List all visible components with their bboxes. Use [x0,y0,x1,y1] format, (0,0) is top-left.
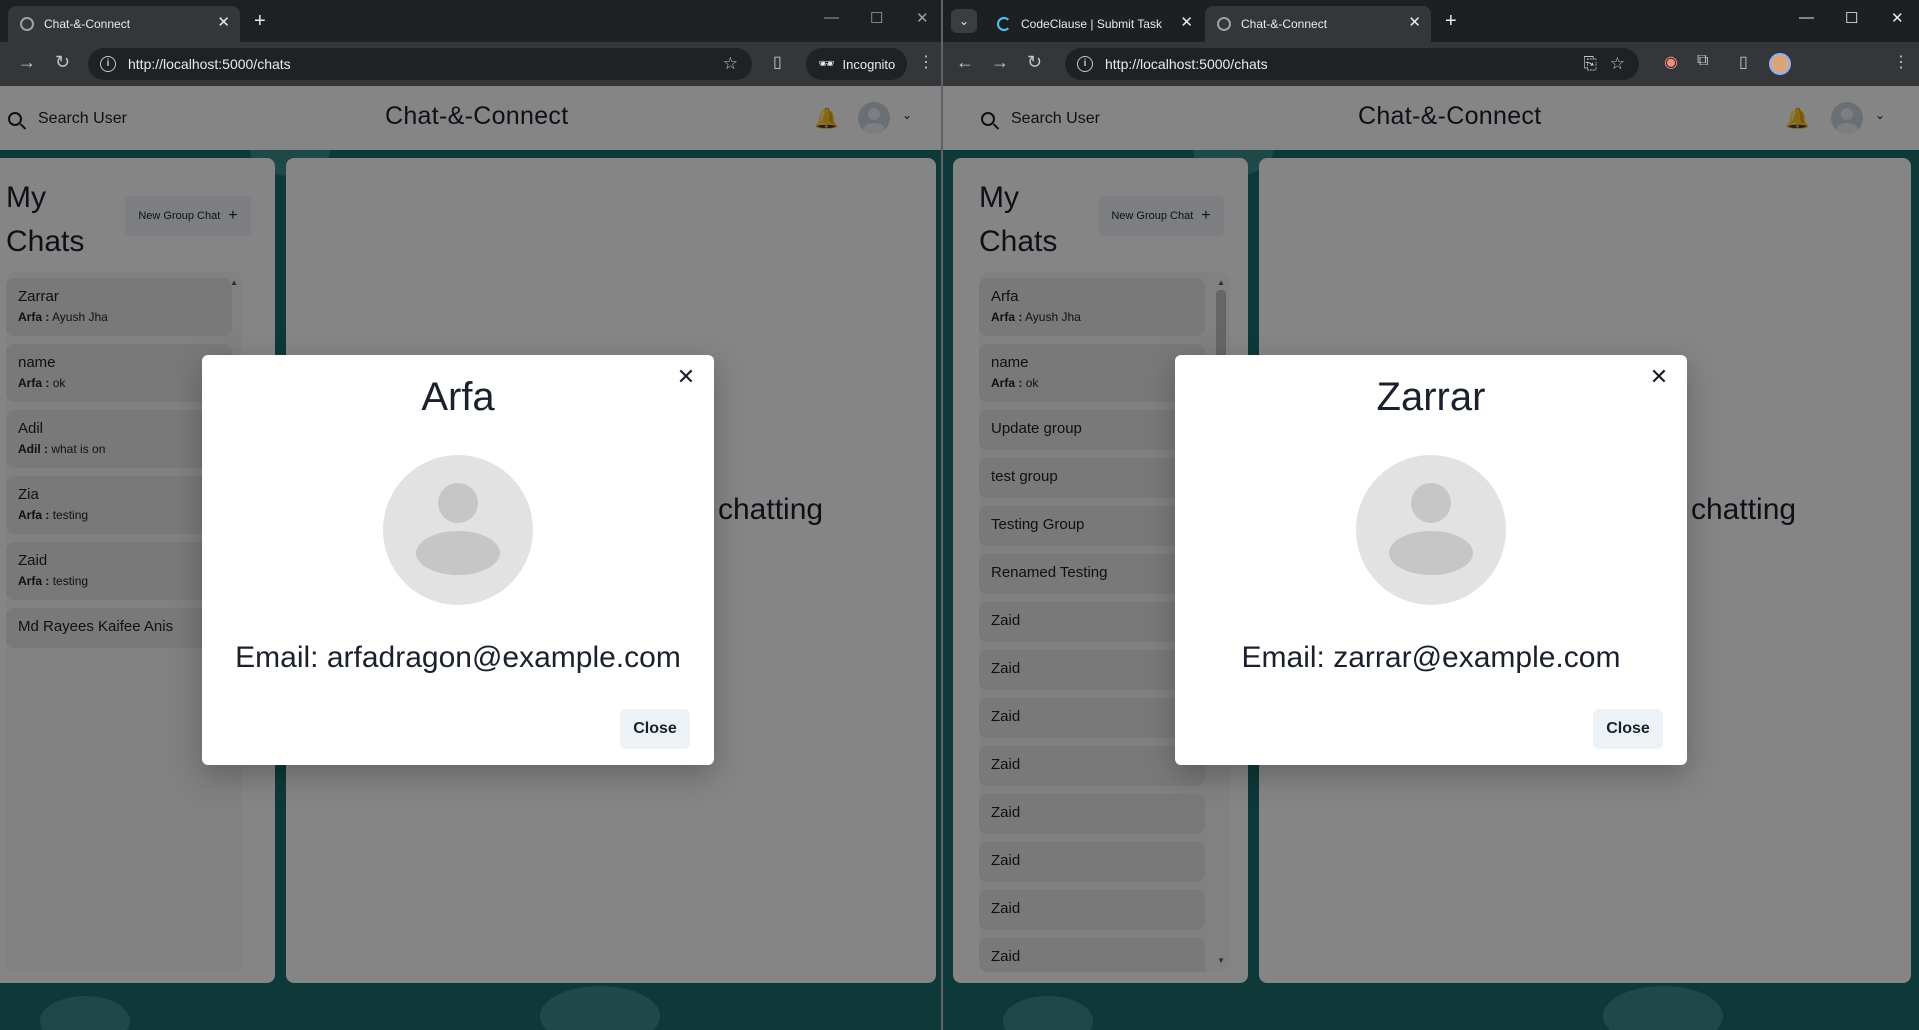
close-tab-icon[interactable]: ✕ [217,15,230,31]
close-window-icon[interactable]: ✕ [1891,9,1904,27]
avatar-body [1389,531,1473,575]
globe-icon [20,17,34,31]
tab-title: Chat-&-Connect [1241,17,1328,31]
close-window-icon[interactable]: ✕ [916,9,929,27]
tab-strip: ⌄ CodeClause | Submit Task ✕ Chat-&-Conn… [943,0,1919,42]
globe-icon [1217,17,1231,31]
tab-title: Chat-&-Connect [44,17,131,31]
tab-search-icon[interactable]: ⌄ [951,9,977,33]
new-tab-button[interactable]: + [254,11,266,31]
modal-title: Arfa [421,375,495,419]
reload-icon[interactable]: ↻ [55,52,70,72]
avatar-body [416,531,500,575]
minimize-icon[interactable]: — [824,9,839,26]
forward-icon[interactable]: → [18,52,36,72]
user-avatar-icon [383,455,533,605]
address-bar[interactable]: i http://localhost:5000/chats ☆ ⎘ [1065,48,1639,80]
back-icon[interactable]: ← [956,52,974,72]
profile-modal: ✕ Zarrar Email: zarrar@example.com Close [1175,355,1687,765]
tab-chat-connect[interactable]: Chat-&-Connect ✕ [8,6,240,42]
tab-codeclause[interactable]: CodeClause | Submit Task ✕ [985,6,1203,42]
chrome-profile-avatar[interactable] [1769,53,1791,75]
maximize-icon[interactable]: ☐ [870,9,883,27]
menu-icon[interactable]: ⋮ [1893,52,1909,72]
tab-chat-connect[interactable]: Chat-&-Connect ✕ [1205,6,1431,42]
incognito-icon: 🕶 [818,56,835,71]
modal-email: Email: arfadragon@example.com [235,641,681,674]
bookmark-star-icon[interactable]: ☆ [1610,54,1625,74]
browser-window-left: Chat-&-Connect ✕ + — ☐ ✕ → ↻ i http://lo… [0,0,941,1030]
close-button[interactable]: Close [620,709,690,749]
reload-icon[interactable]: ↻ [1027,52,1042,72]
install-app-icon[interactable]: ⎘ [1583,54,1597,74]
info-icon[interactable]: i [100,56,116,72]
bookmark-star-icon[interactable]: ☆ [723,54,738,74]
codeclause-icon [997,17,1011,31]
avatar-head [1411,483,1451,523]
side-panel-icon[interactable]: ▯ [1739,52,1748,72]
minimize-icon[interactable]: — [1799,9,1814,26]
modal-title: Zarrar [1376,375,1486,419]
url-text: http://localhost:5000/chats [128,56,291,72]
extension-shield-icon[interactable]: ◉ [1664,52,1678,72]
browser-window-right: ⌄ CodeClause | Submit Task ✕ Chat-&-Conn… [943,0,1919,1030]
maximize-icon[interactable]: ☐ [1845,9,1858,27]
incognito-label: Incognito [842,56,896,72]
new-tab-button[interactable]: + [1445,11,1457,31]
extensions-icon[interactable]: ⧉ [1697,52,1708,70]
menu-icon[interactable]: ⋮ [918,52,934,72]
avatar-head [438,483,478,523]
incognito-badge[interactable]: 🕶 Incognito [806,48,908,80]
user-avatar-icon [1356,455,1506,605]
address-bar[interactable]: i http://localhost:5000/chats ☆ [88,48,752,80]
forward-icon[interactable]: → [991,52,1009,72]
profile-modal: ✕ Arfa Email: arfadragon@example.com Clo… [202,355,714,765]
modal-email: Email: zarrar@example.com [1241,641,1621,674]
close-button[interactable]: Close [1593,709,1663,749]
side-panel-icon[interactable]: ▯ [773,52,782,72]
close-tab-icon[interactable]: ✕ [1180,15,1193,31]
close-tab-icon[interactable]: ✕ [1408,15,1421,31]
tab-strip: Chat-&-Connect ✕ + — ☐ ✕ [0,0,941,42]
tab-title: CodeClause | Submit Task [1021,17,1162,31]
url-text: http://localhost:5000/chats [1105,56,1268,72]
info-icon[interactable]: i [1077,56,1093,72]
desktop: Chat-&-Connect ✕ + — ☐ ✕ → ↻ i http://lo… [0,0,1919,1030]
